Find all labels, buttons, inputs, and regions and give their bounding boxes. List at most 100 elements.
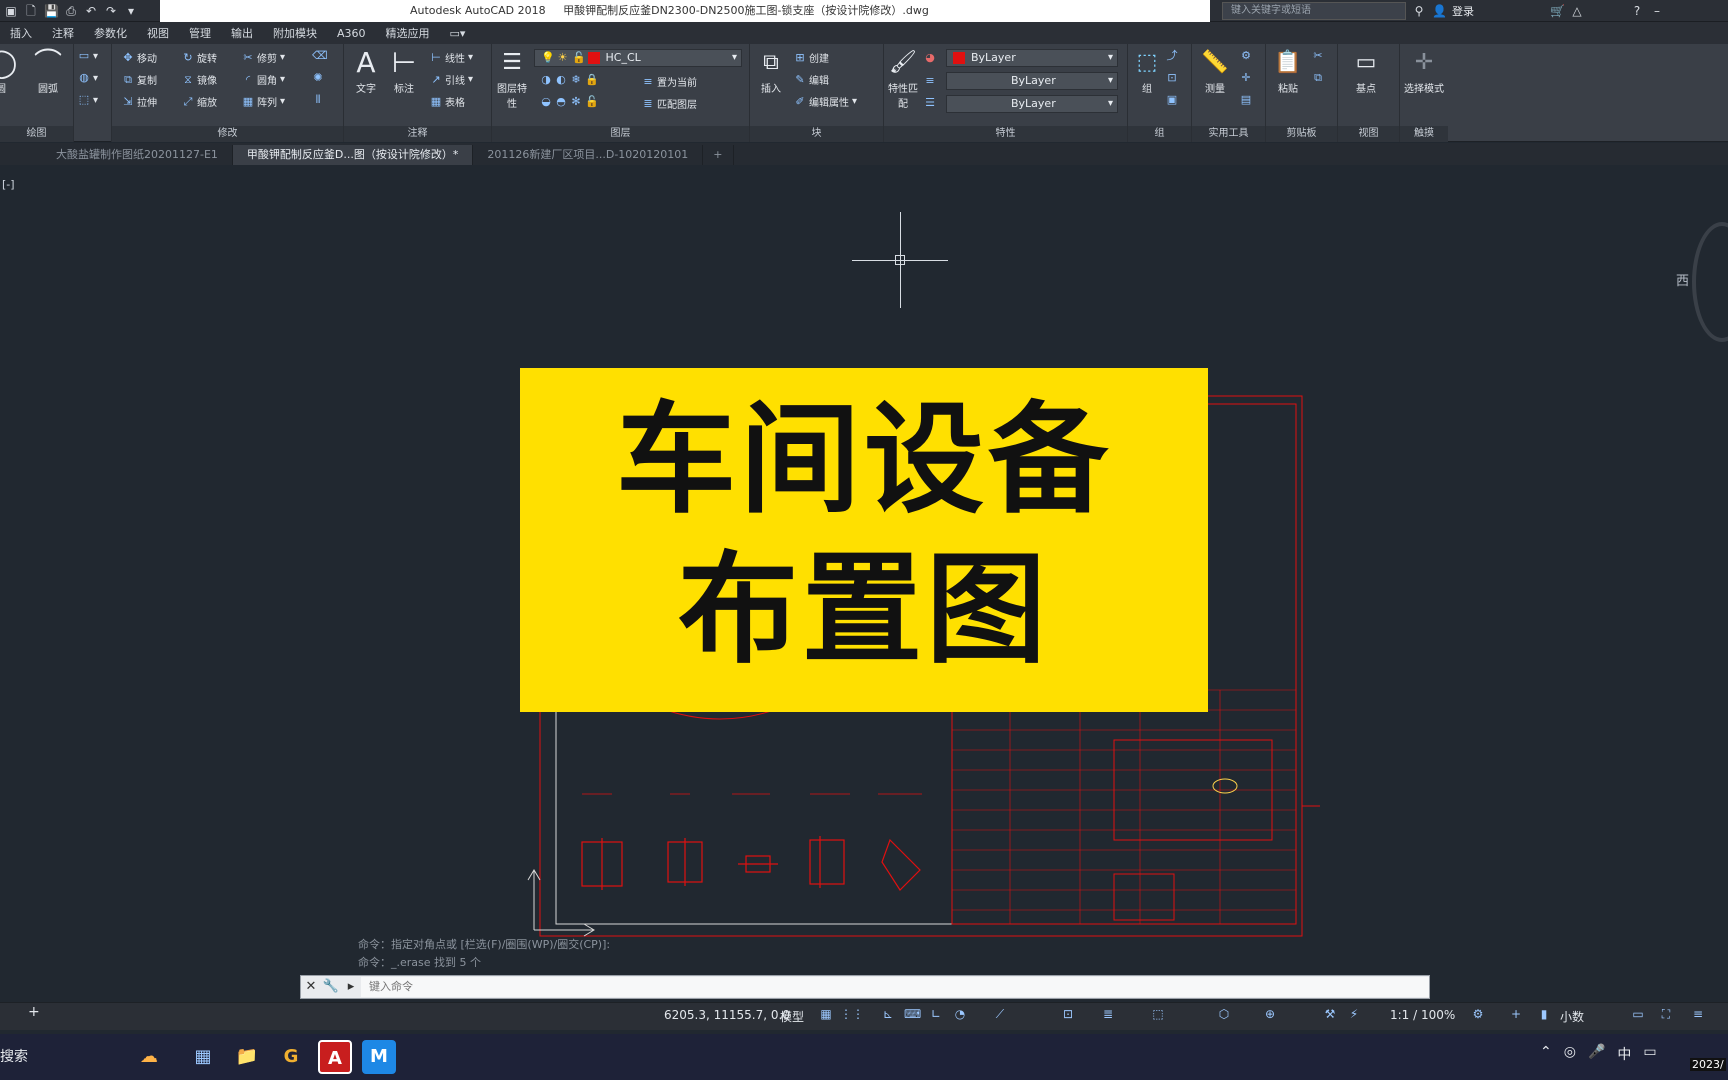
edit-attributes-button[interactable]: ✐ 编辑属性 ▾ bbox=[794, 94, 857, 109]
tab-addins[interactable]: 附加模块 bbox=[263, 25, 327, 41]
microphone-icon[interactable]: 🎤 bbox=[1588, 1044, 1605, 1064]
app-menu-icon[interactable]: ▣ bbox=[4, 4, 18, 18]
new-file-icon[interactable]: 🗋 bbox=[24, 4, 38, 18]
tab-featured-apps[interactable]: 精选应用 bbox=[376, 25, 440, 41]
lineweight-toggle-icon[interactable]: ≣ bbox=[1100, 1006, 1116, 1022]
properties-group-label[interactable]: 特性 bbox=[884, 126, 1127, 142]
layer-tools-row1[interactable]: ◑ ◐ ❄ 🔒 bbox=[540, 74, 599, 86]
create-block-button[interactable]: ⊞ 创建 bbox=[794, 50, 829, 65]
layer-dropdown[interactable]: 💡 ☀ 🔓 HC_CL bbox=[534, 49, 742, 67]
widgets-icon[interactable]: ☁ bbox=[132, 1040, 166, 1074]
minimize-icon[interactable]: – bbox=[1650, 4, 1664, 18]
paste-button[interactable]: 📋 粘贴 bbox=[1270, 46, 1306, 95]
scale-button[interactable]: ⤢ 缩放 bbox=[182, 94, 217, 109]
taskbar-clock[interactable]: 2023/ bbox=[1690, 1058, 1726, 1071]
coordinates-readout[interactable]: 6205.3, 11155.7, 0.0 bbox=[664, 1008, 790, 1022]
close-command-icon[interactable]: ✕ bbox=[301, 976, 321, 998]
network-icon[interactable]: ◎ bbox=[1564, 1044, 1576, 1064]
file-explorer-icon[interactable]: 📁 bbox=[230, 1040, 264, 1074]
binoculars-icon[interactable]: ⚲ bbox=[1412, 4, 1426, 18]
match-properties-button[interactable]: 🖌 特性匹配 bbox=[886, 46, 920, 110]
undo-icon[interactable]: ↶ bbox=[84, 4, 98, 18]
grid-icon[interactable]: ▦ bbox=[818, 1006, 834, 1022]
modify-group-label[interactable]: 修改 bbox=[112, 126, 343, 142]
copy-button[interactable]: ⧉ 复制 bbox=[122, 72, 157, 87]
polar-icon[interactable]: ◔ bbox=[952, 1006, 968, 1022]
move-button[interactable]: ✥ 移动 bbox=[122, 50, 157, 65]
customize-icon[interactable]: ≡ bbox=[1690, 1006, 1706, 1022]
isolate-objects-icon[interactable]: ▮ bbox=[1536, 1006, 1552, 1022]
auto-scale-icon[interactable]: ⚡ bbox=[1346, 1006, 1362, 1022]
clipboard-group-label[interactable]: 剪贴板 bbox=[1266, 126, 1337, 142]
array-button[interactable]: ▦ 阵列 ▾ bbox=[242, 94, 285, 109]
cart-icon[interactable]: 🛒 bbox=[1550, 4, 1565, 18]
plus-icon[interactable]: + bbox=[1508, 1006, 1524, 1022]
arc-tool[interactable]: ⌒ 圆弧 bbox=[30, 46, 66, 95]
g-app-icon[interactable]: G bbox=[274, 1040, 308, 1074]
stretch-button[interactable]: ⇲ 拉伸 bbox=[122, 94, 157, 109]
workspace-gear-icon[interactable]: ⚙ bbox=[1470, 1006, 1486, 1022]
3d-osnap-icon[interactable]: ⬡ bbox=[1216, 1006, 1232, 1022]
compass-west-label[interactable]: 西 bbox=[1676, 270, 1689, 289]
leader-button[interactable]: ↗ 引线 ▾ bbox=[430, 72, 473, 87]
copy-clip-button[interactable]: ⧉ bbox=[1312, 72, 1324, 84]
save-icon[interactable]: 💾 bbox=[44, 4, 59, 18]
layer-tools-row2[interactable]: ◒ ◓ ✻ 🔓 bbox=[540, 96, 599, 108]
login-button[interactable]: 登录 bbox=[1452, 3, 1474, 19]
dimension-tool[interactable]: ⊢ 标注 bbox=[386, 46, 422, 95]
color-dropdown[interactable]: ByLayer bbox=[946, 49, 1118, 67]
group-button[interactable]: ⬚ 组 bbox=[1132, 46, 1162, 95]
selection-cycling-icon[interactable]: ⬚ bbox=[1150, 1006, 1166, 1022]
draw-group-label[interactable]: 绘图 bbox=[0, 126, 73, 142]
ime-indicator[interactable]: 中 bbox=[1617, 1044, 1631, 1064]
hatch-tool[interactable]: ◍ ▾ bbox=[78, 72, 98, 84]
file-tab-1[interactable]: 大酸盐罐制作图纸20201127-E1 bbox=[0, 145, 233, 165]
insert-button[interactable]: ⧉ 插入 bbox=[754, 46, 788, 95]
mirror-button[interactable]: ⧖ 镜像 bbox=[182, 72, 217, 87]
annotation-visibility-icon[interactable]: ⚒ bbox=[1322, 1006, 1338, 1022]
point-button[interactable]: ✛ bbox=[1240, 72, 1252, 84]
a360-icon[interactable]: △ bbox=[1570, 4, 1584, 18]
offset-button[interactable]: ⫴ bbox=[312, 94, 324, 106]
osnap-icon[interactable]: ⊡ bbox=[1060, 1006, 1076, 1022]
file-tab-3[interactable]: 201126新建厂区项目...D-1020120101 bbox=[473, 145, 704, 165]
autocad-app-icon[interactable]: A bbox=[318, 1040, 352, 1074]
make-current-button[interactable]: ≡ 置为当前 bbox=[642, 74, 697, 89]
group-select-button[interactable]: ▣ bbox=[1166, 94, 1178, 106]
circle-tool[interactable]: ◯ 圆 bbox=[0, 46, 17, 95]
layout-tab-add-button[interactable]: + bbox=[0, 1004, 52, 1028]
snap-icon[interactable]: ⋮⋮ bbox=[840, 1006, 864, 1022]
tab-manage[interactable]: 管理 bbox=[179, 25, 221, 41]
customize-wrench-icon[interactable]: 🔧 bbox=[321, 976, 341, 998]
trim-button[interactable]: ✂ 修剪 ▾ bbox=[242, 50, 285, 65]
tab-parametric[interactable]: 参数化 bbox=[84, 25, 137, 41]
match-layer-button[interactable]: ≣ 匹配图层 bbox=[642, 96, 697, 111]
m-app-icon[interactable]: M bbox=[362, 1040, 396, 1074]
edit-block-button[interactable]: ✎ 编辑 bbox=[794, 72, 829, 87]
ungroup-button[interactable]: ⤴ bbox=[1166, 50, 1178, 62]
command-input[interactable] bbox=[361, 977, 1429, 997]
erase-button[interactable]: ⌫ bbox=[312, 50, 328, 62]
qat-dropdown-icon[interactable]: ▾ bbox=[124, 4, 138, 18]
display-icon[interactable]: ▭ bbox=[1643, 1044, 1656, 1064]
taskbar-search[interactable]: 搜索 bbox=[0, 1046, 28, 1066]
calculator-button[interactable]: ▤ bbox=[1240, 94, 1252, 106]
gizmo-icon[interactable]: ⊕ bbox=[1262, 1006, 1278, 1022]
dynamic-input-icon[interactable]: ⌨ bbox=[904, 1006, 921, 1022]
tab-expand-icon[interactable]: ▭▾ bbox=[440, 27, 476, 40]
block-group-label[interactable]: 块 bbox=[750, 126, 883, 142]
group-edit-button[interactable]: ⊡ bbox=[1166, 72, 1178, 84]
units-button[interactable]: 小数 bbox=[1560, 1008, 1584, 1025]
select-group-label[interactable]: 触摸 bbox=[1400, 126, 1448, 142]
osnap-tracking-icon[interactable]: ⟋ bbox=[992, 1006, 1008, 1022]
command-prompt-icon[interactable]: ▸ bbox=[341, 976, 361, 998]
table-button[interactable]: ▦ 表格 bbox=[430, 94, 465, 109]
view-group-label[interactable]: 视图 bbox=[1338, 126, 1399, 142]
utilities-group-label[interactable]: 实用工具 bbox=[1192, 126, 1265, 142]
rectangle-tool[interactable]: ▭ ▾ bbox=[78, 50, 98, 62]
tab-view[interactable]: 视图 bbox=[137, 25, 179, 41]
print-icon[interactable]: ⎙ bbox=[64, 4, 78, 18]
tab-insert[interactable]: 插入 bbox=[0, 25, 42, 41]
fullscreen-icon[interactable]: ⛶ bbox=[1658, 1006, 1674, 1022]
fillet-button[interactable]: ◜ 圆角 ▾ bbox=[242, 72, 285, 87]
